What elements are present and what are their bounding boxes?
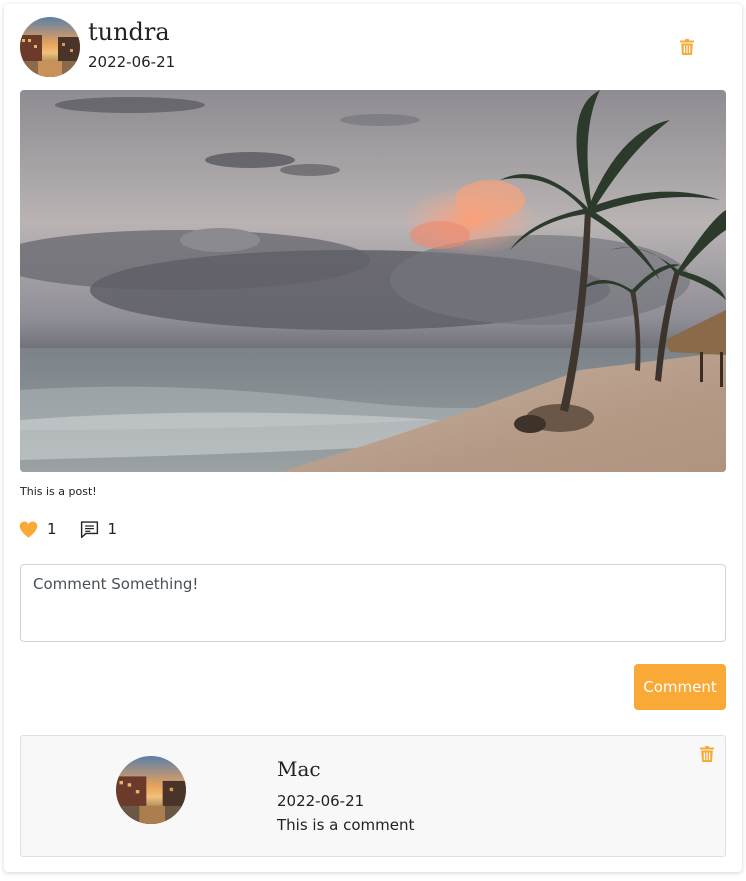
delete-post-trash-icon[interactable]	[680, 39, 694, 55]
comment-author-avatar[interactable]	[116, 756, 186, 824]
comment-icon[interactable]	[79, 519, 100, 540]
comment-card: Mac 2022-06-21 This is a comment	[20, 735, 726, 857]
comment-submit-button[interactable]: Comment	[634, 664, 726, 710]
post-stats: 1 1	[18, 518, 117, 540]
comment-input[interactable]	[20, 564, 726, 642]
likes-count: 1	[47, 520, 57, 538]
beach-photo	[20, 90, 726, 472]
comments-count: 1	[107, 520, 118, 538]
post-author-avatar[interactable]	[20, 17, 80, 77]
comment-date: 2022-06-21	[277, 792, 365, 810]
heart-icon[interactable]	[18, 519, 39, 540]
comment-text: This is a comment	[277, 816, 415, 834]
post-caption: This is a post!	[20, 485, 97, 498]
post-card: tundra 2022-06-21 This is a post! 1 1 Co…	[4, 4, 742, 872]
post-image[interactable]	[20, 90, 726, 472]
delete-comment-trash-icon[interactable]	[700, 746, 714, 762]
avatar-image	[116, 756, 186, 824]
avatar-image	[20, 17, 80, 77]
comment-author-name[interactable]: Mac	[277, 757, 321, 781]
comments-stat[interactable]: 1	[79, 519, 118, 540]
post-author-name[interactable]: tundra	[88, 18, 170, 46]
post-date: 2022-06-21	[88, 53, 176, 71]
